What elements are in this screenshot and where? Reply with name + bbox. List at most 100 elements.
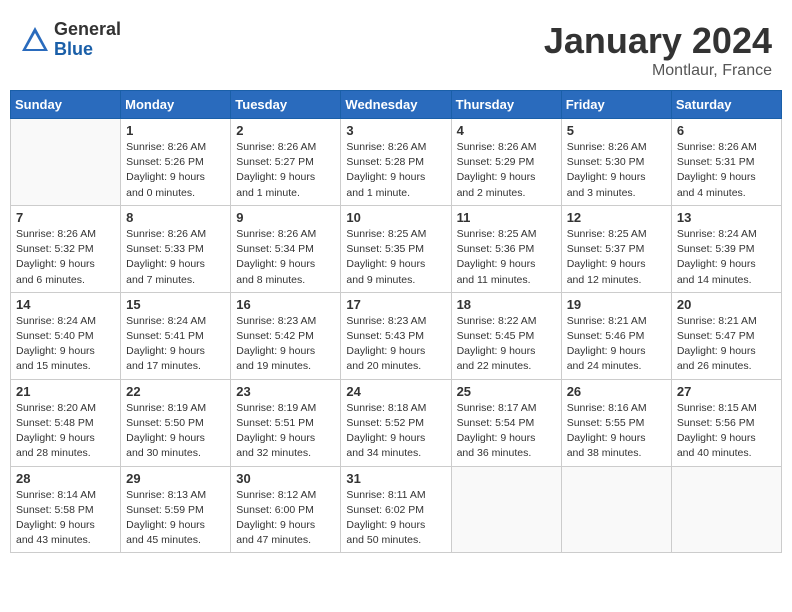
- calendar-cell: 22 Sunrise: 8:19 AMSunset: 5:50 PMDayligh…: [121, 379, 231, 466]
- day-info: Sunrise: 8:18 AMSunset: 5:52 PMDaylight:…: [346, 401, 445, 462]
- calendar-cell: 30 Sunrise: 8:12 AMSunset: 6:00 PMDayligh…: [231, 466, 341, 553]
- calendar-cell: 21Sunrise: 8:20 AMSunset: 5:48 PMDayligh…: [11, 379, 121, 466]
- calendar-cell: 13 Sunrise: 8:24 AMSunset: 5:39 PMDayligh…: [671, 205, 781, 292]
- calendar-cell: 25 Sunrise: 8:17 AMSunset: 5:54 PMDayligh…: [451, 379, 561, 466]
- day-number: 13: [677, 210, 776, 225]
- calendar-cell: 20 Sunrise: 8:21 AMSunset: 5:47 PMDayligh…: [671, 292, 781, 379]
- day-info: Sunrise: 8:26 AMSunset: 5:32 PMDaylight:…: [16, 227, 115, 288]
- day-info: Sunrise: 8:17 AMSunset: 5:54 PMDaylight:…: [457, 401, 556, 462]
- calendar-cell: 5 Sunrise: 8:26 AMSunset: 5:30 PMDaylight…: [561, 119, 671, 206]
- week-row-5: 28Sunrise: 8:14 AMSunset: 5:58 PMDayligh…: [11, 466, 782, 553]
- day-info: Sunrise: 8:19 AMSunset: 5:51 PMDaylight:…: [236, 401, 335, 462]
- day-number: 26: [567, 384, 666, 399]
- weekday-header-friday: Friday: [561, 91, 671, 119]
- calendar-cell: 4Sunrise: 8:26 AMSunset: 5:29 PMDaylight…: [451, 119, 561, 206]
- weekday-header-tuesday: Tuesday: [231, 91, 341, 119]
- day-number: 22: [126, 384, 225, 399]
- calendar-cell: 23 Sunrise: 8:19 AMSunset: 5:51 PMDayligh…: [231, 379, 341, 466]
- day-info: Sunrise: 8:23 AMSunset: 5:42 PMDaylight:…: [236, 314, 335, 375]
- day-info: Sunrise: 8:21 AMSunset: 5:46 PMDaylight:…: [567, 314, 666, 375]
- day-number: 4: [457, 123, 556, 138]
- day-info: Sunrise: 8:26 AMSunset: 5:34 PMDaylight:…: [236, 227, 335, 288]
- day-info: Sunrise: 8:11 AMSunset: 6:02 PMDaylight:…: [346, 488, 445, 549]
- week-row-4: 21Sunrise: 8:20 AMSunset: 5:48 PMDayligh…: [11, 379, 782, 466]
- day-number: 10: [346, 210, 445, 225]
- day-number: 5: [567, 123, 666, 138]
- day-number: 7: [16, 210, 115, 225]
- weekday-header-monday: Monday: [121, 91, 231, 119]
- calendar-cell: 11Sunrise: 8:25 AMSunset: 5:36 PMDayligh…: [451, 205, 561, 292]
- day-info: Sunrise: 8:24 AMSunset: 5:40 PMDaylight:…: [16, 314, 115, 375]
- weekday-header-sunday: Sunday: [11, 91, 121, 119]
- calendar-cell: 17 Sunrise: 8:23 AMSunset: 5:43 PMDayligh…: [341, 292, 451, 379]
- day-info: Sunrise: 8:16 AMSunset: 5:55 PMDaylight:…: [567, 401, 666, 462]
- week-row-2: 7 Sunrise: 8:26 AMSunset: 5:32 PMDaylight…: [11, 205, 782, 292]
- calendar-cell: 28Sunrise: 8:14 AMSunset: 5:58 PMDayligh…: [11, 466, 121, 553]
- calendar-cell: 27Sunrise: 8:15 AMSunset: 5:56 PMDayligh…: [671, 379, 781, 466]
- day-info: Sunrise: 8:26 AMSunset: 5:27 PMDaylight:…: [236, 140, 335, 201]
- day-info: Sunrise: 8:25 AMSunset: 5:36 PMDaylight:…: [457, 227, 556, 288]
- weekday-header-saturday: Saturday: [671, 91, 781, 119]
- logo-blue-text: Blue: [54, 40, 121, 60]
- day-info: Sunrise: 8:25 AMSunset: 5:37 PMDaylight:…: [567, 227, 666, 288]
- day-info: Sunrise: 8:25 AMSunset: 5:35 PMDaylight:…: [346, 227, 445, 288]
- calendar-cell: 31 Sunrise: 8:11 AMSunset: 6:02 PMDayligh…: [341, 466, 451, 553]
- calendar-cell: 6 Sunrise: 8:26 AMSunset: 5:31 PMDaylight…: [671, 119, 781, 206]
- day-info: Sunrise: 8:26 AMSunset: 5:26 PMDaylight:…: [126, 140, 225, 201]
- calendar-cell: 3 Sunrise: 8:26 AMSunset: 5:28 PMDaylight…: [341, 119, 451, 206]
- day-number: 17: [346, 297, 445, 312]
- day-number: 6: [677, 123, 776, 138]
- day-number: 21: [16, 384, 115, 399]
- logo: General Blue: [20, 20, 121, 60]
- logo-general-text: General: [54, 20, 121, 40]
- calendar-cell: 14 Sunrise: 8:24 AMSunset: 5:40 PMDayligh…: [11, 292, 121, 379]
- day-number: 15: [126, 297, 225, 312]
- calendar-cell: 9 Sunrise: 8:26 AMSunset: 5:34 PMDaylight…: [231, 205, 341, 292]
- calendar-cell: 19 Sunrise: 8:21 AMSunset: 5:46 PMDayligh…: [561, 292, 671, 379]
- day-number: 25: [457, 384, 556, 399]
- calendar-cell: 26 Sunrise: 8:16 AMSunset: 5:55 PMDayligh…: [561, 379, 671, 466]
- calendar-cell: [561, 466, 671, 553]
- logo-text: General Blue: [54, 20, 121, 60]
- day-info: Sunrise: 8:15 AMSunset: 5:56 PMDaylight:…: [677, 401, 776, 462]
- calendar-cell: 12 Sunrise: 8:25 AMSunset: 5:37 PMDayligh…: [561, 205, 671, 292]
- day-number: 12: [567, 210, 666, 225]
- day-number: 23: [236, 384, 335, 399]
- calendar-cell: [451, 466, 561, 553]
- page-header: General Blue January 2024 Montlaur, Fran…: [10, 10, 782, 85]
- day-info: Sunrise: 8:14 AMSunset: 5:58 PMDaylight:…: [16, 488, 115, 549]
- day-number: 20: [677, 297, 776, 312]
- day-info: Sunrise: 8:26 AMSunset: 5:28 PMDaylight:…: [346, 140, 445, 201]
- day-number: 31: [346, 471, 445, 486]
- weekday-header-wednesday: Wednesday: [341, 91, 451, 119]
- calendar-cell: 1Sunrise: 8:26 AMSunset: 5:26 PMDaylight…: [121, 119, 231, 206]
- day-number: 30: [236, 471, 335, 486]
- day-number: 9: [236, 210, 335, 225]
- day-number: 18: [457, 297, 556, 312]
- day-number: 2: [236, 123, 335, 138]
- calendar-cell: 10 Sunrise: 8:25 AMSunset: 5:35 PMDayligh…: [341, 205, 451, 292]
- day-info: Sunrise: 8:19 AMSunset: 5:50 PMDaylight:…: [126, 401, 225, 462]
- day-info: Sunrise: 8:21 AMSunset: 5:47 PMDaylight:…: [677, 314, 776, 375]
- calendar-cell: [11, 119, 121, 206]
- day-number: 29: [126, 471, 225, 486]
- day-info: Sunrise: 8:26 AMSunset: 5:30 PMDaylight:…: [567, 140, 666, 201]
- day-info: Sunrise: 8:24 AMSunset: 5:39 PMDaylight:…: [677, 227, 776, 288]
- weekday-header-thursday: Thursday: [451, 91, 561, 119]
- calendar-cell: [671, 466, 781, 553]
- calendar-cell: 2 Sunrise: 8:26 AMSunset: 5:27 PMDaylight…: [231, 119, 341, 206]
- day-info: Sunrise: 8:26 AMSunset: 5:31 PMDaylight:…: [677, 140, 776, 201]
- day-number: 19: [567, 297, 666, 312]
- day-info: Sunrise: 8:22 AMSunset: 5:45 PMDaylight:…: [457, 314, 556, 375]
- title-block: January 2024 Montlaur, France: [544, 20, 772, 80]
- day-number: 16: [236, 297, 335, 312]
- calendar-header-row: SundayMondayTuesdayWednesdayThursdayFrid…: [11, 91, 782, 119]
- day-number: 14: [16, 297, 115, 312]
- calendar-cell: 15Sunrise: 8:24 AMSunset: 5:41 PMDayligh…: [121, 292, 231, 379]
- calendar-cell: 18 Sunrise: 8:22 AMSunset: 5:45 PMDayligh…: [451, 292, 561, 379]
- day-number: 3: [346, 123, 445, 138]
- day-info: Sunrise: 8:23 AMSunset: 5:43 PMDaylight:…: [346, 314, 445, 375]
- month-title: January 2024: [544, 20, 772, 62]
- calendar-cell: 29Sunrise: 8:13 AMSunset: 5:59 PMDayligh…: [121, 466, 231, 553]
- day-info: Sunrise: 8:12 AMSunset: 6:00 PMDaylight:…: [236, 488, 335, 549]
